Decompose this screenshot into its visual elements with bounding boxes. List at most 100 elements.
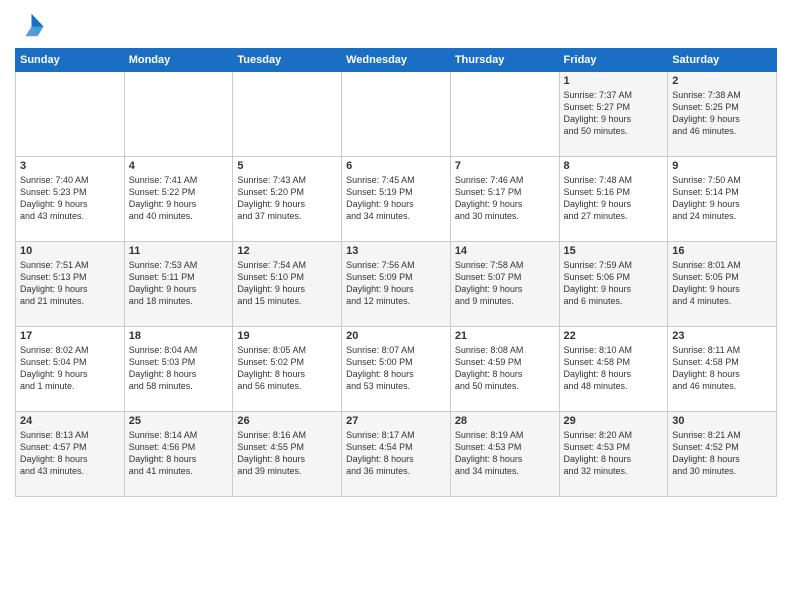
calendar-week-4: 17 Sunrise: 8:02 AM Sunset: 5:04 PM Dayli…: [16, 327, 777, 412]
calendar-cell: 22 Sunrise: 8:10 AM Sunset: 4:58 PM Dayli…: [559, 327, 668, 412]
calendar-week-2: 3 Sunrise: 7:40 AM Sunset: 5:23 PM Daylig…: [16, 157, 777, 242]
day-content: Sunrise: 7:59 AM Sunset: 5:06 PM Dayligh…: [564, 259, 664, 308]
day-number: 23: [672, 330, 772, 342]
day-number: 8: [564, 160, 664, 172]
calendar-cell: 15Sunrise: 7:59 AM Sunset: 5:06 PM Dayli…: [559, 242, 668, 327]
day-number: 7: [455, 160, 555, 172]
calendar-cell: 2 Sunrise: 7:38 AM Sunset: 5:25 PM Daylig…: [668, 72, 777, 157]
calendar-cell: 30 Sunrise: 8:21 AM Sunset: 4:52 PM Dayli…: [668, 412, 777, 497]
calendar-cell: 9Sunrise: 7:50 AM Sunset: 5:14 PM Daylig…: [668, 157, 777, 242]
calendar-cell: 13 Sunrise: 7:56 AM Sunset: 5:09 PM Dayli…: [342, 242, 451, 327]
calendar-cell: 28 Sunrise: 8:19 AM Sunset: 4:53 PM Dayli…: [450, 412, 559, 497]
weekday-header-tuesday: Tuesday: [233, 49, 342, 72]
calendar-cell: 29Sunrise: 8:20 AM Sunset: 4:53 PM Dayli…: [559, 412, 668, 497]
day-content: Sunrise: 8:19 AM Sunset: 4:53 PM Dayligh…: [455, 429, 555, 478]
calendar-cell: 20 Sunrise: 8:07 AM Sunset: 5:00 PM Dayli…: [342, 327, 451, 412]
day-number: 28: [455, 415, 555, 427]
calendar-week-5: 24 Sunrise: 8:13 AM Sunset: 4:57 PM Dayli…: [16, 412, 777, 497]
day-number: 22: [564, 330, 664, 342]
calendar-cell: 26 Sunrise: 8:16 AM Sunset: 4:55 PM Dayli…: [233, 412, 342, 497]
calendar-cell: 25Sunrise: 8:14 AM Sunset: 4:56 PM Dayli…: [124, 412, 233, 497]
day-number: 13: [346, 245, 446, 257]
weekday-header-sunday: Sunday: [16, 49, 125, 72]
day-content: Sunrise: 7:40 AM Sunset: 5:23 PM Dayligh…: [20, 174, 120, 223]
day-content: Sunrise: 7:50 AM Sunset: 5:14 PM Dayligh…: [672, 174, 772, 223]
day-content: Sunrise: 8:01 AM Sunset: 5:05 PM Dayligh…: [672, 259, 772, 308]
weekday-header-thursday: Thursday: [450, 49, 559, 72]
calendar-week-1: 1 Sunrise: 7:37 AM Sunset: 5:27 PM Daylig…: [16, 72, 777, 157]
calendar-cell: [16, 72, 125, 157]
day-number: 16: [672, 245, 772, 257]
day-number: 1: [564, 75, 664, 87]
day-number: 4: [129, 160, 229, 172]
day-content: Sunrise: 7:37 AM Sunset: 5:27 PM Dayligh…: [564, 89, 664, 138]
day-content: Sunrise: 8:14 AM Sunset: 4:56 PM Dayligh…: [129, 429, 229, 478]
day-number: 17: [20, 330, 120, 342]
day-number: 18: [129, 330, 229, 342]
day-content: Sunrise: 7:41 AM Sunset: 5:22 PM Dayligh…: [129, 174, 229, 223]
day-number: 14: [455, 245, 555, 257]
day-content: Sunrise: 8:04 AM Sunset: 5:03 PM Dayligh…: [129, 344, 229, 393]
day-number: 19: [237, 330, 337, 342]
calendar-cell: 23Sunrise: 8:11 AM Sunset: 4:58 PM Dayli…: [668, 327, 777, 412]
day-content: Sunrise: 8:07 AM Sunset: 5:00 PM Dayligh…: [346, 344, 446, 393]
day-content: Sunrise: 8:16 AM Sunset: 4:55 PM Dayligh…: [237, 429, 337, 478]
day-content: Sunrise: 8:13 AM Sunset: 4:57 PM Dayligh…: [20, 429, 120, 478]
day-number: 2: [672, 75, 772, 87]
page-header: [15, 10, 777, 40]
day-number: 20: [346, 330, 446, 342]
calendar-cell: [450, 72, 559, 157]
calendar-cell: 18 Sunrise: 8:04 AM Sunset: 5:03 PM Dayli…: [124, 327, 233, 412]
day-content: Sunrise: 8:20 AM Sunset: 4:53 PM Dayligh…: [564, 429, 664, 478]
day-number: 12: [237, 245, 337, 257]
day-content: Sunrise: 7:45 AM Sunset: 5:19 PM Dayligh…: [346, 174, 446, 223]
day-number: 11: [129, 245, 229, 257]
calendar-table: SundayMondayTuesdayWednesdayThursdayFrid…: [15, 48, 777, 497]
day-number: 6: [346, 160, 446, 172]
day-content: Sunrise: 8:08 AM Sunset: 4:59 PM Dayligh…: [455, 344, 555, 393]
calendar-cell: 17 Sunrise: 8:02 AM Sunset: 5:04 PM Dayli…: [16, 327, 125, 412]
weekday-header-friday: Friday: [559, 49, 668, 72]
day-number: 24: [20, 415, 120, 427]
day-content: Sunrise: 7:58 AM Sunset: 5:07 PM Dayligh…: [455, 259, 555, 308]
calendar-cell: 6 Sunrise: 7:45 AM Sunset: 5:19 PM Daylig…: [342, 157, 451, 242]
day-content: Sunrise: 7:43 AM Sunset: 5:20 PM Dayligh…: [237, 174, 337, 223]
calendar-cell: 7 Sunrise: 7:46 AM Sunset: 5:17 PM Daylig…: [450, 157, 559, 242]
day-content: Sunrise: 7:46 AM Sunset: 5:17 PM Dayligh…: [455, 174, 555, 223]
calendar-cell: 4 Sunrise: 7:41 AM Sunset: 5:22 PM Daylig…: [124, 157, 233, 242]
calendar-cell: 16 Sunrise: 8:01 AM Sunset: 5:05 PM Dayli…: [668, 242, 777, 327]
day-content: Sunrise: 7:51 AM Sunset: 5:13 PM Dayligh…: [20, 259, 120, 308]
calendar-cell: 8 Sunrise: 7:48 AM Sunset: 5:16 PM Daylig…: [559, 157, 668, 242]
calendar-week-3: 10 Sunrise: 7:51 AM Sunset: 5:13 PM Dayli…: [16, 242, 777, 327]
day-number: 3: [20, 160, 120, 172]
calendar-cell: 11 Sunrise: 7:53 AM Sunset: 5:11 PM Dayli…: [124, 242, 233, 327]
calendar-cell: [124, 72, 233, 157]
day-content: Sunrise: 7:56 AM Sunset: 5:09 PM Dayligh…: [346, 259, 446, 308]
calendar-cell: [342, 72, 451, 157]
day-content: Sunrise: 7:53 AM Sunset: 5:11 PM Dayligh…: [129, 259, 229, 308]
calendar-cell: 10 Sunrise: 7:51 AM Sunset: 5:13 PM Dayli…: [16, 242, 125, 327]
weekday-header-saturday: Saturday: [668, 49, 777, 72]
calendar-cell: 24 Sunrise: 8:13 AM Sunset: 4:57 PM Dayli…: [16, 412, 125, 497]
day-number: 10: [20, 245, 120, 257]
calendar-cell: 27Sunrise: 8:17 AM Sunset: 4:54 PM Dayli…: [342, 412, 451, 497]
day-content: Sunrise: 8:10 AM Sunset: 4:58 PM Dayligh…: [564, 344, 664, 393]
weekday-header-wednesday: Wednesday: [342, 49, 451, 72]
day-content: Sunrise: 8:02 AM Sunset: 5:04 PM Dayligh…: [20, 344, 120, 393]
day-content: Sunrise: 8:17 AM Sunset: 4:54 PM Dayligh…: [346, 429, 446, 478]
day-content: Sunrise: 7:54 AM Sunset: 5:10 PM Dayligh…: [237, 259, 337, 308]
day-number: 30: [672, 415, 772, 427]
calendar-cell: 12 Sunrise: 7:54 AM Sunset: 5:10 PM Dayli…: [233, 242, 342, 327]
day-number: 21: [455, 330, 555, 342]
logo: [15, 10, 49, 40]
weekday-header-monday: Monday: [124, 49, 233, 72]
day-content: Sunrise: 7:48 AM Sunset: 5:16 PM Dayligh…: [564, 174, 664, 223]
calendar-cell: 5Sunrise: 7:43 AM Sunset: 5:20 PM Daylig…: [233, 157, 342, 242]
day-content: Sunrise: 8:21 AM Sunset: 4:52 PM Dayligh…: [672, 429, 772, 478]
calendar-cell: 19Sunrise: 8:05 AM Sunset: 5:02 PM Dayli…: [233, 327, 342, 412]
calendar-cell: 21 Sunrise: 8:08 AM Sunset: 4:59 PM Dayli…: [450, 327, 559, 412]
day-number: 26: [237, 415, 337, 427]
day-content: Sunrise: 7:38 AM Sunset: 5:25 PM Dayligh…: [672, 89, 772, 138]
page-container: SundayMondayTuesdayWednesdayThursdayFrid…: [0, 0, 792, 507]
calendar-cell: 3 Sunrise: 7:40 AM Sunset: 5:23 PM Daylig…: [16, 157, 125, 242]
